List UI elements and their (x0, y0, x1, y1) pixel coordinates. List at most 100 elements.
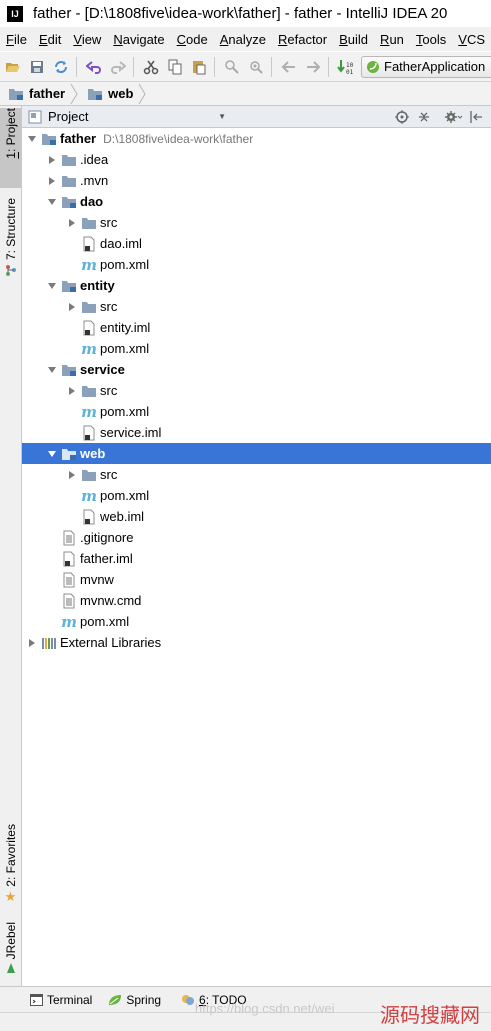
tree-node[interactable]: .idea (22, 149, 491, 170)
menu-build[interactable]: Build (333, 32, 374, 47)
replace-icon[interactable] (245, 56, 267, 78)
folder-icon (82, 385, 96, 397)
tree-node[interactable]: mvnw (22, 569, 491, 590)
undo-icon[interactable] (83, 56, 105, 78)
tree-node[interactable]: m pom.xml (22, 611, 491, 632)
tree-node[interactable]: .mvn (22, 170, 491, 191)
tree-node[interactable]: m pom.xml (22, 485, 491, 506)
scroll-from-source-icon[interactable] (391, 106, 413, 128)
structure-icon (5, 265, 16, 277)
module-folder-icon (62, 448, 76, 460)
tool-tab-favorites[interactable]: 2: Favorites ★ (0, 824, 21, 910)
main-toolbar: 1001 FatherApplication ▼ (0, 52, 491, 82)
back-icon[interactable] (278, 56, 300, 78)
tool-tab-spring[interactable]: Spring (108, 993, 161, 1007)
tree-node[interactable]: mvnw.cmd (22, 590, 491, 611)
chevron-down-icon[interactable] (27, 134, 37, 144)
iml-file-icon (83, 425, 95, 440)
module-folder-icon (62, 280, 76, 292)
iml-file-icon (63, 551, 75, 566)
tree-node[interactable]: m pom.xml (22, 254, 491, 275)
chevron-right-icon[interactable] (67, 218, 77, 228)
folder-icon (82, 217, 96, 229)
tree-node[interactable]: src (22, 380, 491, 401)
tree-node[interactable]: father D:\1808five\idea-work\father (22, 128, 491, 149)
project-tool-window: Project ▼ father D:\1808five\idea-work\fa… (22, 106, 491, 986)
tree-node[interactable]: src (22, 464, 491, 485)
collapse-all-icon[interactable] (413, 106, 435, 128)
menu-code[interactable]: Code (171, 32, 214, 47)
tree-node[interactable]: web.iml (22, 506, 491, 527)
window-title-bar: IJ father - [D:\1808five\idea-work\fathe… (0, 0, 491, 27)
tree-node[interactable]: web (22, 443, 491, 464)
chevron-right-icon[interactable] (27, 638, 37, 648)
save-icon[interactable] (26, 56, 48, 78)
tree-node[interactable]: entity (22, 275, 491, 296)
project-view-selector[interactable]: Project ▼ (22, 106, 232, 128)
menu-analyze[interactable]: Analyze (214, 32, 272, 47)
paste-icon[interactable] (188, 56, 210, 78)
tree-node-label: .idea (80, 152, 109, 167)
tool-tab-jrebel[interactable]: JRebel (0, 922, 21, 978)
menu-navigate[interactable]: Navigate (107, 32, 170, 47)
open-folder-icon[interactable] (2, 56, 24, 78)
cut-icon[interactable] (140, 56, 162, 78)
breadcrumb-separator-icon (138, 83, 147, 104)
chevron-down-icon[interactable] (47, 365, 57, 375)
tree-node[interactable]: service (22, 359, 491, 380)
find-icon[interactable] (221, 56, 243, 78)
copy-icon[interactable] (164, 56, 186, 78)
tree-node[interactable]: src (22, 296, 491, 317)
watermark-logo: 源码搜藏网 (380, 1003, 480, 1027)
menu-file[interactable]: File (0, 32, 33, 47)
tree-node-label: mvnw.cmd (80, 593, 142, 608)
tool-tab-project[interactable]: 1: Project (0, 108, 21, 188)
settings-gear-icon[interactable] (443, 106, 465, 128)
tree-node[interactable]: entity.iml (22, 317, 491, 338)
tool-tab-structure[interactable]: 7: Structure (0, 198, 21, 278)
iml-file-icon (83, 236, 95, 251)
chevron-right-icon[interactable] (47, 176, 57, 186)
tree-node[interactable]: m pom.xml (22, 338, 491, 359)
breadcrumb-item-web[interactable]: web (79, 82, 137, 105)
synchronize-icon[interactable] (50, 56, 72, 78)
text-file-icon (63, 530, 75, 545)
tree-node[interactable]: .gitignore (22, 527, 491, 548)
chevron-right-icon[interactable] (67, 386, 77, 396)
build-project-icon[interactable]: 10 01 (335, 56, 357, 78)
forward-icon[interactable] (302, 56, 324, 78)
menu-run[interactable]: Run (374, 32, 410, 47)
tree-node-label: src (100, 467, 118, 482)
maven-pom-icon: m (61, 612, 77, 631)
chevron-down-icon[interactable] (47, 281, 57, 291)
tree-node[interactable]: dao (22, 191, 491, 212)
folder-icon (62, 154, 76, 166)
tree-node[interactable]: dao.iml (22, 233, 491, 254)
chevron-down-icon[interactable] (47, 197, 57, 207)
tree-node-label: web.iml (100, 509, 145, 524)
redo-icon[interactable] (107, 56, 129, 78)
tree-node[interactable]: src (22, 212, 491, 233)
menu-vcs[interactable]: VCS (452, 32, 491, 47)
menu-refactor[interactable]: Refactor (272, 32, 333, 47)
tool-tab-terminal[interactable]: Terminal (30, 993, 92, 1007)
chevron-right-icon[interactable] (67, 302, 77, 312)
toolbar-separator (435, 106, 443, 128)
tree-node-label: .gitignore (80, 530, 134, 545)
menu-edit[interactable]: Edit (33, 32, 67, 47)
menu-tools[interactable]: Tools (410, 32, 452, 47)
tree-node[interactable]: father.iml (22, 548, 491, 569)
chevron-right-icon[interactable] (67, 470, 77, 480)
breadcrumb-item-father[interactable]: father (0, 82, 69, 105)
tree-node[interactable]: External Libraries (22, 632, 491, 653)
hide-panel-icon[interactable] (465, 106, 487, 128)
text-file-icon (63, 593, 75, 608)
run-configuration-selector[interactable]: FatherApplication ▼ (361, 55, 491, 78)
menu-view[interactable]: View (67, 32, 107, 47)
chevron-right-icon[interactable] (47, 155, 57, 165)
menu-bar: File Edit View Navigate Code Analyze Refactor B… (0, 27, 491, 51)
tree-node-label: pom.xml (100, 404, 150, 419)
chevron-down-icon[interactable] (47, 449, 57, 459)
tree-node[interactable]: service.iml (22, 422, 491, 443)
tree-node[interactable]: m pom.xml (22, 401, 491, 422)
